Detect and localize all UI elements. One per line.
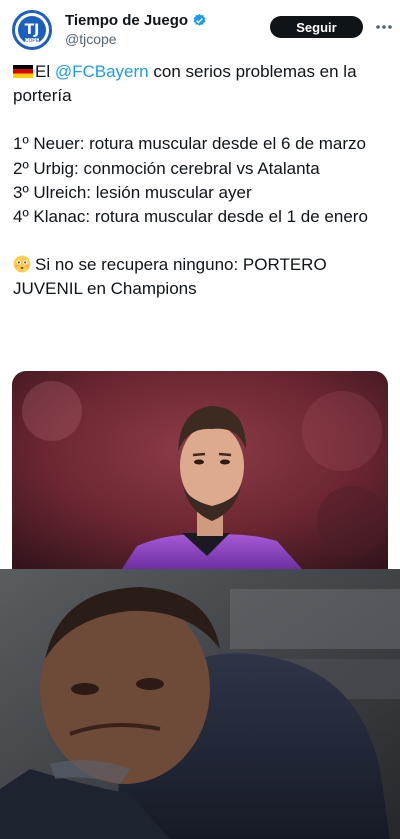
germany-flag-icon <box>13 65 33 78</box>
author-name[interactable]: Tiempo de Juego <box>65 12 188 29</box>
reaction-photo <box>0 569 400 839</box>
list-item: 3º Ulreich: lesión muscular ayer <box>13 182 252 202</box>
tweet-card: TJ COPE Tiempo de Juego @tjcope Seguir E… <box>0 0 400 569</box>
author-row: Tiempo de Juego <box>65 12 207 29</box>
author-handle[interactable]: @tjcope <box>65 31 117 47</box>
follow-button[interactable]: Seguir <box>270 16 363 38</box>
mention-link[interactable]: @FCBayern <box>55 62 149 81</box>
goalkeeper-photo <box>12 371 388 569</box>
tweet-headline: El @FCBayern con serios problemas en la … <box>13 60 391 108</box>
list-item: 4º Klanac: rotura muscular desde el 1 de… <box>13 207 368 227</box>
closing-text: Si no se recupera ninguno: PORTERO JUVEN… <box>13 255 327 299</box>
avatar-subtext: COPE <box>24 38 40 44</box>
tweet-text: El @FCBayern con serios problemas en la … <box>13 60 391 302</box>
verified-badge-icon <box>193 13 206 26</box>
avatar[interactable]: TJ COPE <box>12 10 52 50</box>
reaction-image[interactable] <box>0 569 400 839</box>
more-options-icon[interactable] <box>373 16 395 38</box>
tweet-photo[interactable] <box>12 371 388 569</box>
headline-prefix: El <box>35 62 55 81</box>
tweet-closing: Si no se recupera ninguno: PORTERO JUVEN… <box>13 253 391 301</box>
flushed-face-icon <box>13 255 31 273</box>
list-item: 2º Urbig: conmoción cerebral vs Atalanta <box>13 158 320 178</box>
list-item: 1º Neuer: rotura muscular desde el 6 de … <box>13 134 366 154</box>
